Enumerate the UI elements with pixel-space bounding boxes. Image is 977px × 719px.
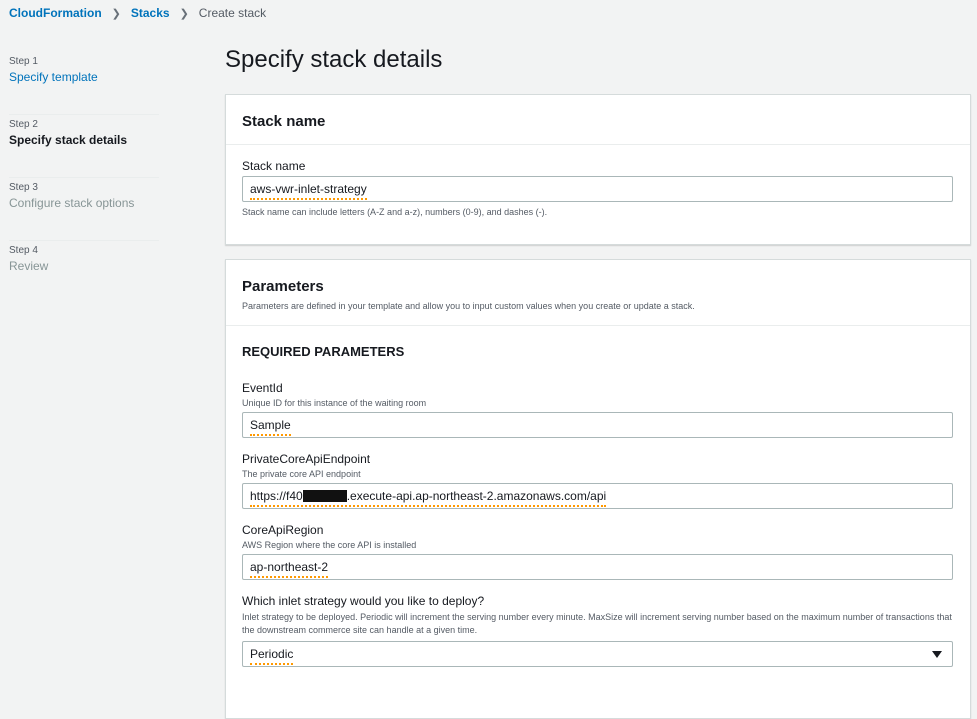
core-api-region-input[interactable]: ap-northeast-2 bbox=[242, 554, 953, 580]
step-number: Step 1 bbox=[9, 56, 38, 67]
page-title: Specify stack details bbox=[225, 46, 443, 73]
param-description: Unique ID for this instance of the waiti… bbox=[242, 398, 427, 408]
step-number: Step 4 bbox=[9, 245, 38, 256]
endpoint-value-suffix: .execute-api.ap-northeast-2.amazonaws.co… bbox=[346, 489, 607, 503]
step-specify-stack-details: Specify stack details bbox=[9, 133, 128, 147]
panel-description: Parameters are defined in your template … bbox=[242, 301, 695, 311]
step-number: Step 3 bbox=[9, 182, 38, 193]
param-description: The private core API endpoint bbox=[242, 469, 361, 479]
stack-name-value: aws-vwr-inlet-strategy bbox=[250, 182, 367, 200]
step-specify-template-link[interactable]: Specify template bbox=[9, 70, 159, 84]
param-label: CoreApiRegion bbox=[242, 523, 324, 537]
chevron-right-icon: ❯ bbox=[179, 7, 189, 20]
stack-name-panel: Stack name Stack name aws-vwr-inlet-stra… bbox=[225, 94, 971, 245]
param-private-core-api-endpoint: PrivateCoreApiEndpoint The private core … bbox=[242, 452, 954, 509]
param-event-id: EventId Unique ID for this instance of t… bbox=[242, 381, 954, 438]
event-id-value: Sample bbox=[250, 418, 291, 436]
wizard-step-2: Step 2 Specify stack details bbox=[9, 115, 159, 178]
endpoint-value-prefix: https://f40 bbox=[250, 489, 303, 503]
panel-title: Parameters bbox=[242, 278, 324, 295]
parameters-panel: Parameters Parameters are defined in you… bbox=[225, 259, 971, 719]
param-label: EventId bbox=[242, 381, 283, 395]
wizard-step-1: Step 1 Specify template bbox=[9, 52, 159, 115]
breadcrumb-current: Create stack bbox=[198, 6, 267, 20]
step-review: Review bbox=[9, 259, 49, 273]
param-description: AWS Region where the core API is install… bbox=[242, 540, 417, 550]
core-api-region-value: ap-northeast-2 bbox=[250, 560, 329, 578]
stack-name-hint: Stack name can include letters (A-Z and … bbox=[242, 207, 548, 217]
wizard-steps: Step 1 Specify template Step 2 Specify s… bbox=[9, 52, 159, 304]
param-core-api-region: CoreApiRegion AWS Region where the core … bbox=[242, 523, 954, 580]
param-label: Which inlet strategy would you like to d… bbox=[242, 594, 485, 608]
breadcrumb-cloudformation-link[interactable]: CloudFormation bbox=[9, 6, 102, 20]
required-parameters-heading: REQUIRED PARAMETERS bbox=[242, 344, 405, 359]
param-inlet-strategy: Which inlet strategy would you like to d… bbox=[242, 594, 954, 667]
stack-name-input[interactable]: aws-vwr-inlet-strategy bbox=[242, 176, 953, 202]
stack-name-label: Stack name bbox=[242, 159, 306, 173]
chevron-right-icon: ❯ bbox=[111, 7, 121, 20]
endpoint-value: https://f40 .execute-api.ap-northeast-2.a… bbox=[250, 489, 607, 507]
param-label: PrivateCoreApiEndpoint bbox=[242, 452, 371, 466]
inlet-strategy-value: Periodic bbox=[250, 647, 294, 665]
event-id-input[interactable]: Sample bbox=[242, 412, 953, 438]
wizard-step-4: Step 4 Review bbox=[9, 241, 159, 304]
caret-down-icon bbox=[932, 650, 942, 658]
param-description: Inlet strategy to be deployed. Periodic … bbox=[242, 612, 952, 635]
private-core-api-endpoint-input[interactable]: https://f40 .execute-api.ap-northeast-2.a… bbox=[242, 483, 953, 509]
inlet-strategy-select[interactable]: Periodic bbox=[242, 641, 953, 667]
panel-body: Stack name aws-vwr-inlet-strategy Stack … bbox=[226, 145, 970, 217]
breadcrumb: CloudFormation ❯ Stacks ❯ Create stack bbox=[9, 6, 266, 20]
panel-title: Stack name bbox=[242, 113, 326, 130]
breadcrumb-stacks-link[interactable]: Stacks bbox=[131, 6, 170, 20]
wizard-step-3: Step 3 Configure stack options bbox=[9, 178, 159, 241]
step-configure-stack-options: Configure stack options bbox=[9, 196, 135, 210]
step-number: Step 2 bbox=[9, 119, 38, 130]
panel-body: REQUIRED PARAMETERS EventId Unique ID fo… bbox=[226, 326, 970, 667]
panel-header: Stack name bbox=[226, 95, 970, 145]
redaction-mark bbox=[302, 489, 347, 502]
panel-header: Parameters Parameters are defined in you… bbox=[226, 260, 970, 326]
